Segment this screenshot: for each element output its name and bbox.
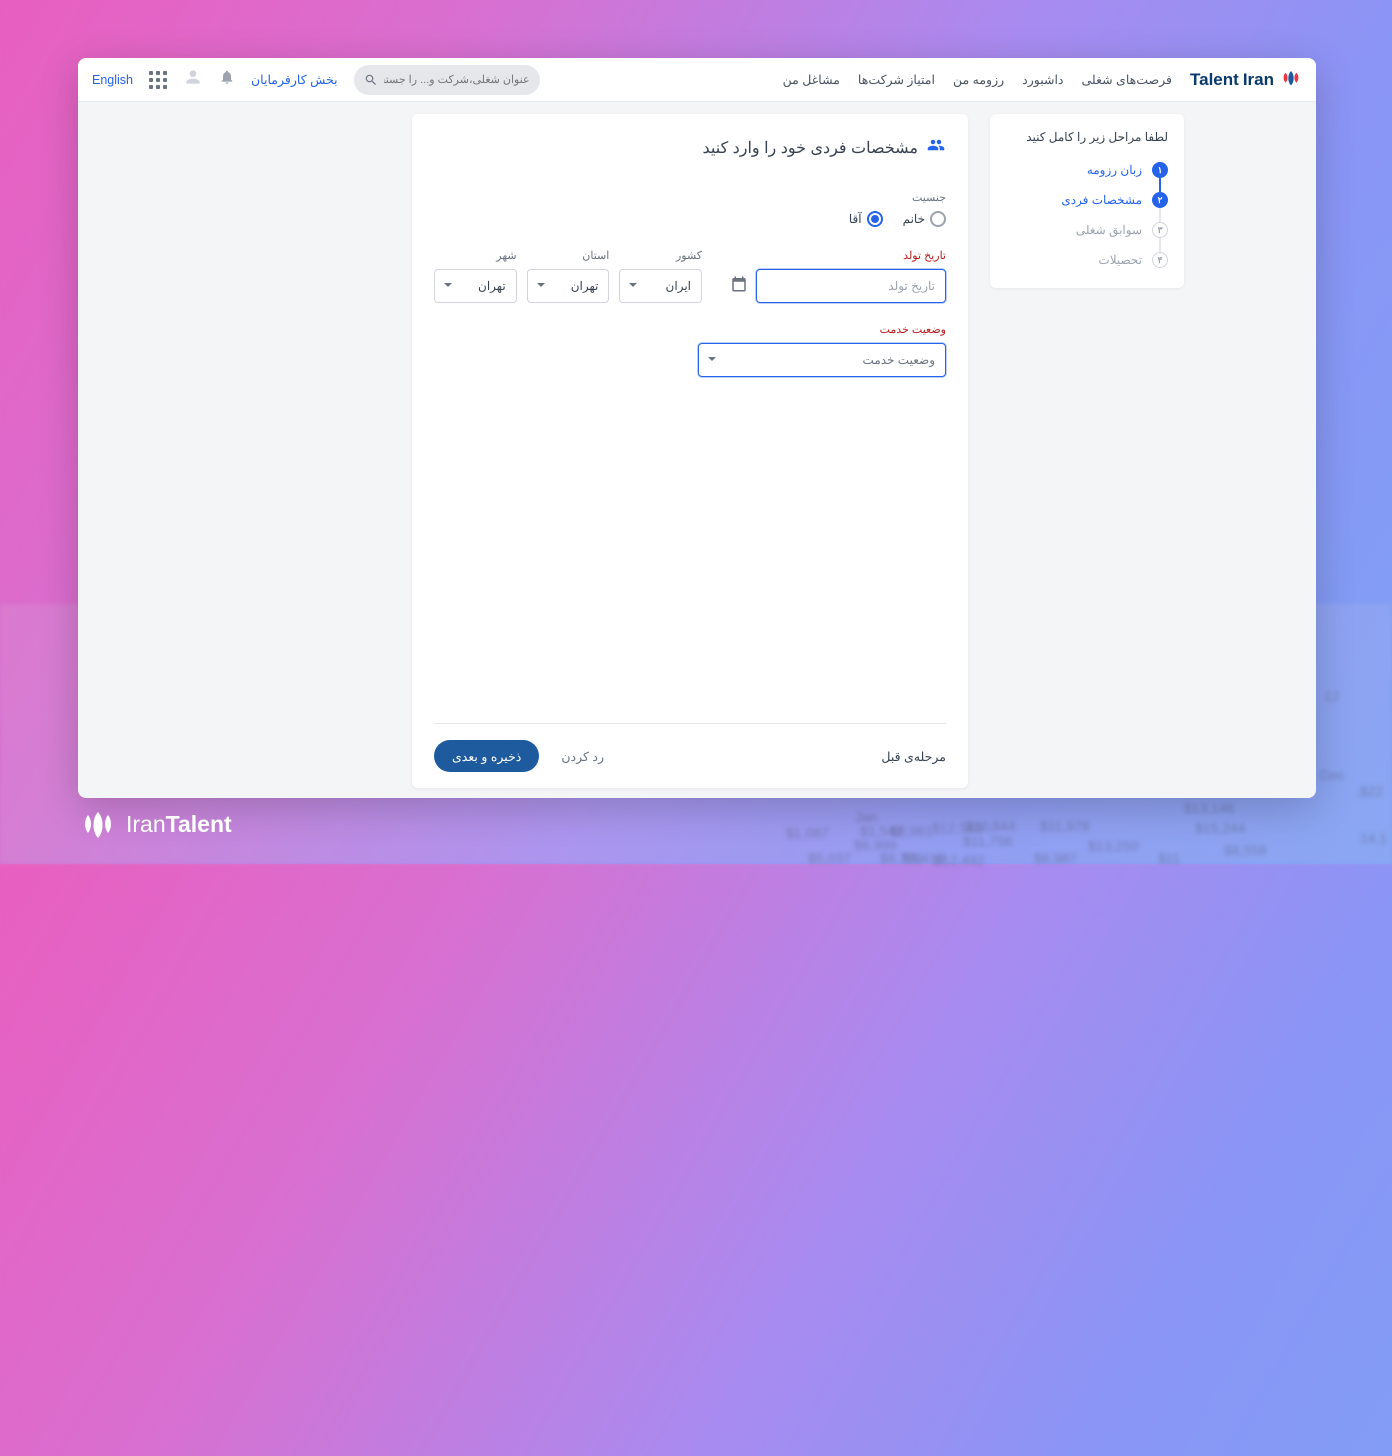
language-toggle[interactable]: English bbox=[92, 73, 133, 87]
step-number: ۱ bbox=[1152, 162, 1168, 178]
radio-label-female: خانم bbox=[903, 212, 925, 226]
card-title: مشخصات فردی خود را وارد کنید bbox=[703, 138, 918, 158]
logo[interactable]: IranTalent bbox=[1190, 70, 1302, 90]
city-value: تهران bbox=[445, 279, 506, 293]
footer-logo: IranTalent bbox=[78, 811, 232, 838]
notifications-bell-icon[interactable] bbox=[219, 69, 235, 90]
footer-logo-text: IranTalent bbox=[126, 811, 232, 838]
dob-label: تاریخ تولد bbox=[730, 249, 946, 262]
footer-logo-mark-icon bbox=[78, 812, 118, 838]
nav-my-resume[interactable]: رزومه من bbox=[953, 72, 1004, 87]
gender-radio-group: خانم آقا bbox=[434, 211, 946, 227]
gender-radio-male[interactable]: آقا bbox=[849, 211, 883, 227]
province-label: استان bbox=[527, 249, 610, 262]
bg-spreadsheet-cell: $8,558 bbox=[1224, 842, 1267, 1446]
step-connector bbox=[1159, 208, 1161, 222]
country-value: ایران bbox=[630, 279, 691, 293]
apps-grid-icon[interactable] bbox=[149, 71, 167, 89]
nav-dashboard[interactable]: داشبورد bbox=[1022, 72, 1063, 87]
bg-spreadsheet-cell: 12 bbox=[1324, 688, 1340, 1292]
radio-label-male: آقا bbox=[849, 212, 862, 226]
calendar-icon[interactable] bbox=[730, 275, 748, 298]
people-icon bbox=[926, 136, 946, 159]
country-label: کشور bbox=[619, 249, 702, 262]
city-select[interactable]: تهران bbox=[434, 269, 517, 303]
search-icon bbox=[364, 73, 378, 87]
app-window: IranTalent فرصت‌های شغلی داشبورد رزومه م… bbox=[78, 58, 1316, 798]
step-work-history[interactable]: ۳ سوابق شغلی bbox=[1002, 222, 1168, 238]
avatar-icon[interactable] bbox=[183, 67, 203, 92]
military-label: وضعیت خدمت bbox=[698, 323, 946, 336]
dob-input[interactable] bbox=[756, 269, 946, 303]
bg-spreadsheet-cell: $9,419 bbox=[902, 850, 945, 1454]
military-value: وضعیت خدمت bbox=[709, 353, 935, 367]
chevron-down-icon bbox=[628, 277, 638, 295]
step-personal-info[interactable]: ۲ مشخصات فردی bbox=[1002, 192, 1168, 208]
step-education[interactable]: ۴ تحصیلات bbox=[1002, 252, 1168, 268]
nav-job-opportunities[interactable]: فرصت‌های شغلی bbox=[1082, 72, 1172, 87]
country-select[interactable]: ایران bbox=[619, 269, 702, 303]
city-label: شهر bbox=[434, 249, 517, 262]
chevron-down-icon bbox=[707, 351, 717, 369]
prev-step-button[interactable]: مرحله‌ی قبل bbox=[881, 749, 946, 764]
gender-label: جنسیت bbox=[434, 191, 946, 204]
chevron-down-icon bbox=[536, 277, 546, 295]
bg-spreadsheet-cell: $8,987 bbox=[1034, 850, 1077, 1454]
logo-text-talent: Talent bbox=[1190, 70, 1239, 90]
bg-spreadsheet-cell: 14,1 bbox=[1360, 830, 1387, 1434]
sidebar-title: لطفا مراحل زیر را کامل کنید bbox=[1002, 130, 1168, 144]
save-next-button[interactable]: ذخیره و بعدی bbox=[434, 740, 539, 772]
province-select[interactable]: تهران bbox=[527, 269, 610, 303]
bg-spreadsheet-cell: $5,037 bbox=[808, 850, 851, 1454]
step-number: ۲ bbox=[1152, 192, 1168, 208]
bg-spreadsheet-cell: $11,756 bbox=[963, 833, 1013, 1437]
step-label: مشخصات فردی bbox=[1061, 193, 1142, 207]
app-header: IranTalent فرصت‌های شغلی داشبورد رزومه م… bbox=[78, 58, 1316, 102]
skip-button[interactable]: رد کردن bbox=[561, 749, 604, 764]
bg-spreadsheet-cell: $13,250 bbox=[1088, 838, 1139, 1442]
step-connector bbox=[1159, 178, 1161, 192]
step-connector bbox=[1159, 238, 1161, 252]
bg-spreadsheet-cell: Jan bbox=[855, 809, 878, 1413]
bg-spreadsheet-cell: $11 bbox=[1158, 850, 1180, 1454]
step-number: ۳ bbox=[1152, 222, 1168, 238]
search-box[interactable] bbox=[354, 65, 540, 95]
chevron-down-icon bbox=[443, 277, 453, 295]
step-resume-language[interactable]: ۱ زبان رزومه bbox=[1002, 162, 1168, 178]
province-value: تهران bbox=[538, 279, 599, 293]
gender-radio-female[interactable]: خانم bbox=[903, 211, 946, 227]
step-label: سوابق شغلی bbox=[1076, 223, 1142, 237]
step-label: زبان رزومه bbox=[1087, 163, 1142, 177]
logo-mark-icon bbox=[1280, 71, 1302, 89]
logo-text-iran: Iran bbox=[1243, 70, 1274, 90]
search-input[interactable] bbox=[384, 74, 530, 86]
main-form-card: مشخصات فردی خود را وارد کنید جنسیت خانم … bbox=[412, 114, 968, 788]
employer-section-link[interactable]: بخش کارفرمایان bbox=[251, 72, 338, 87]
step-number: ۴ bbox=[1152, 252, 1168, 268]
step-label: تحصیلات bbox=[1098, 253, 1142, 267]
steps-sidebar: لطفا مراحل زیر را کامل کنید ۱ زبان رزومه… bbox=[990, 114, 1184, 288]
nav-my-jobs[interactable]: مشاغل من bbox=[783, 72, 840, 87]
nav-company-score[interactable]: امتیاز شرکت‌ها bbox=[858, 72, 935, 87]
military-status-select[interactable]: وضعیت خدمت bbox=[698, 343, 946, 377]
